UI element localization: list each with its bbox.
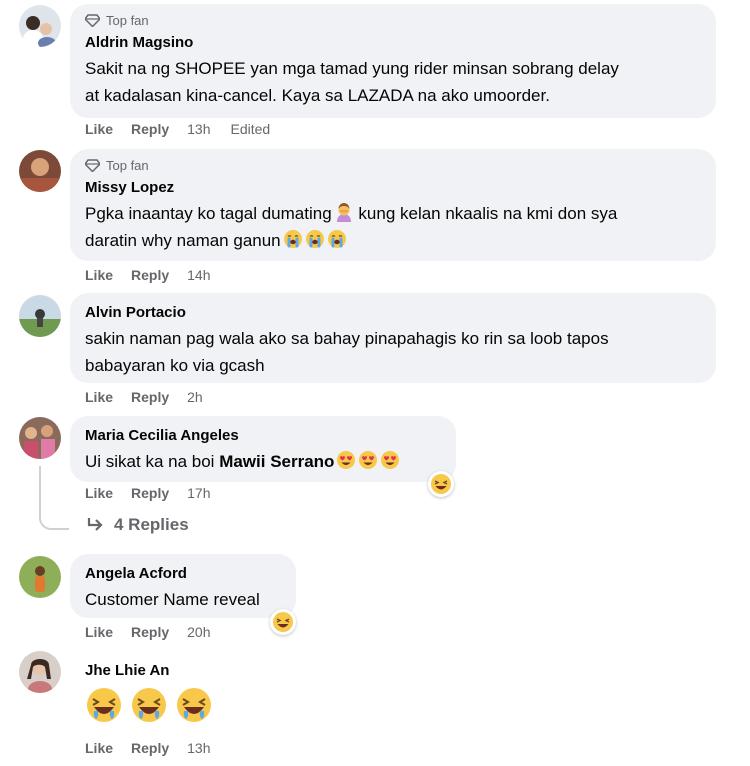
tears-of-joy-emoji — [132, 688, 166, 722]
heart-eyes-emoji — [337, 451, 356, 469]
comment-author[interactable]: Aldrin Magsino — [85, 33, 704, 52]
like-button[interactable]: Like — [85, 740, 113, 756]
comment-text-line: Sakit na ng SHOPEE yan mga tamad yung ri… — [85, 59, 619, 78]
loudly-crying-emoji — [305, 230, 324, 248]
comment-bubble: Top fan Missy Lopez Pgka inaantay ko tag… — [70, 149, 716, 261]
reply-button[interactable]: Reply — [131, 121, 169, 137]
avatar[interactable] — [19, 150, 61, 192]
avatar[interactable] — [19, 417, 61, 459]
like-button[interactable]: Like — [85, 485, 113, 501]
comment-text-line: kung kelan nkaalis na kmi don sya — [358, 204, 618, 223]
comment-author[interactable]: Maria Cecilia Angeles — [85, 426, 444, 445]
badge-label: Top fan — [106, 157, 149, 173]
reply-button[interactable]: Reply — [131, 389, 169, 405]
comment-bubble: Angela Acford Customer Name reveal — [70, 554, 296, 618]
comment-text-line: at kadalasan kina-cancel. Kaya sa LAZADA… — [85, 86, 550, 105]
comment-actions: Like Reply 2h — [85, 389, 223, 405]
replies-count: 4 Replies — [114, 515, 189, 534]
timestamp[interactable]: 17h — [187, 485, 210, 501]
mention-link[interactable]: Mawii Serrano — [219, 452, 334, 471]
comment-text-line: Ui sikat ka na boi — [85, 452, 215, 471]
heart-eyes-emoji — [381, 451, 400, 469]
thread-connector — [39, 466, 69, 530]
edited-label[interactable]: Edited — [231, 121, 271, 137]
reply-button[interactable]: Reply — [131, 485, 169, 501]
comment-text-line: babayaran ko via gcash — [85, 356, 265, 375]
comment-actions: Like Reply 14h — [85, 267, 231, 283]
loudly-crying-emoji — [283, 230, 302, 248]
comment-text: Customer Name reveal — [85, 590, 260, 609]
like-button[interactable]: Like — [85, 121, 113, 137]
avatar[interactable] — [19, 295, 61, 337]
avatar[interactable] — [19, 651, 61, 693]
comment-text: sakin naman pag wala ako sa bahay pinapa… — [85, 325, 704, 379]
haha-reaction-icon[interactable] — [270, 609, 296, 635]
like-button[interactable]: Like — [85, 389, 113, 405]
top-fan-badge: Top fan — [85, 12, 704, 28]
like-button[interactable]: Like — [85, 624, 113, 640]
comment-text-line: daratin why naman ganun — [85, 231, 281, 250]
comment-author[interactable]: Jhe Lhie An — [85, 661, 169, 680]
comment-actions: Like Reply 13h Edited — [85, 121, 270, 137]
timestamp[interactable]: 2h — [187, 389, 203, 405]
timestamp[interactable]: 13h — [187, 740, 210, 756]
timestamp[interactable]: 20h — [187, 624, 210, 640]
view-replies-button[interactable]: 4 Replies — [86, 515, 189, 535]
timestamp[interactable]: 13h — [187, 121, 210, 137]
avatar[interactable] — [19, 556, 61, 598]
comment-text-line: Pgka inaantay ko tagal dumating — [85, 204, 332, 223]
badge-label: Top fan — [106, 12, 149, 28]
comment-actions: Like Reply 17h — [85, 485, 231, 501]
person-facepalming-emoji — [336, 203, 351, 222]
reply-button[interactable]: Reply — [131, 740, 169, 756]
top-fan-badge: Top fan — [85, 157, 704, 173]
comment-author[interactable]: Angela Acford — [85, 564, 284, 583]
comment-text: Pgka inaantay ko tagal dumating kung kel… — [85, 200, 704, 254]
heart-eyes-emoji — [359, 451, 378, 469]
reply-button[interactable]: Reply — [131, 267, 169, 283]
haha-reaction-icon[interactable] — [428, 471, 454, 497]
emoji-only-comment — [84, 685, 219, 730]
comment-actions: Like Reply 20h — [85, 624, 231, 640]
tears-of-joy-emoji — [177, 688, 211, 722]
comment-bubble: Maria Cecilia Angeles Ui sikat ka na boi… — [70, 416, 456, 482]
comment-author[interactable]: Alvin Portacio — [85, 303, 704, 322]
reply-button[interactable]: Reply — [131, 624, 169, 640]
timestamp[interactable]: 14h — [187, 267, 210, 283]
comment-text-line: sakin naman pag wala ako sa bahay pinapa… — [85, 329, 609, 348]
comment-bubble: Alvin Portacio sakin naman pag wala ako … — [70, 293, 716, 383]
comment-text: Sakit na ng SHOPEE yan mga tamad yung ri… — [85, 55, 704, 109]
diamond-icon — [85, 13, 100, 27]
comments-section: Top fan Aldrin Magsino Sakit na ng SHOPE… — [0, 0, 750, 766]
comment-author[interactable]: Missy Lopez — [85, 178, 704, 197]
tears-of-joy-emoji — [87, 688, 121, 722]
diamond-icon — [85, 158, 100, 172]
reply-arrow-icon — [87, 518, 103, 531]
loudly-crying-emoji — [327, 230, 346, 248]
like-button[interactable]: Like — [85, 267, 113, 283]
comment-bubble: Top fan Aldrin Magsino Sakit na ng SHOPE… — [70, 4, 716, 118]
comment-actions: Like Reply 13h — [85, 740, 231, 756]
comment-text: Ui sikat ka na boi Mawii Serrano — [85, 448, 444, 475]
avatar[interactable] — [19, 5, 61, 47]
